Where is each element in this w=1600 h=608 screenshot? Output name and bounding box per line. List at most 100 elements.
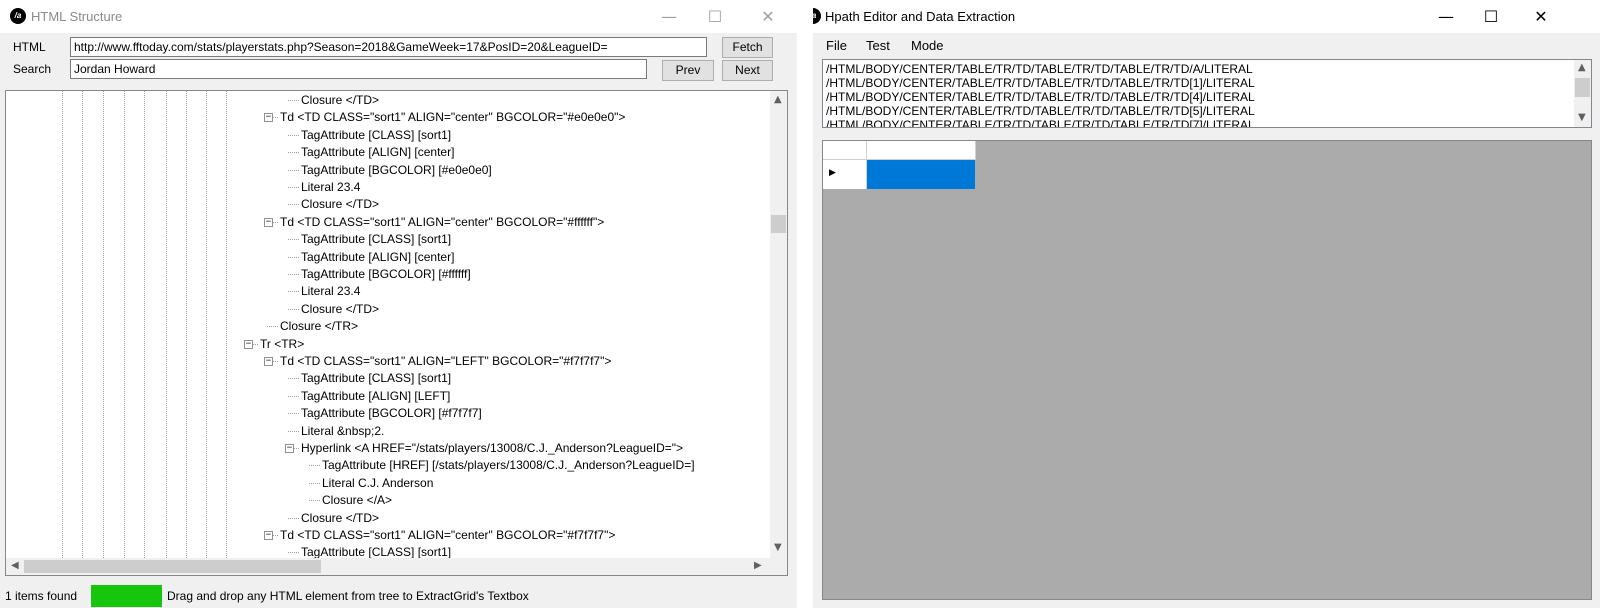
tree-node[interactable]: Td <TD CLASS="sort1" ALIGN="LEFT" BGCOLO… (280, 353, 611, 369)
vertical-scroll-thumb[interactable] (1575, 78, 1590, 97)
tree-node[interactable]: Tr <TR> (260, 336, 304, 352)
tree-connector (288, 552, 299, 554)
tree-node[interactable]: Closure </TD> (301, 301, 379, 317)
tree-indent-guide (62, 91, 63, 558)
hpath-line: /HTML/BODY/CENTER/TABLE/TR/TD/TABLE/TR/T… (826, 90, 1255, 104)
tree-connector (288, 274, 299, 275)
tree-indent-guide (226, 91, 227, 558)
vertical-scroll-thumb[interactable] (771, 215, 786, 233)
tree-node[interactable]: Td <TD CLASS="sort1" ALIGN="center" BGCO… (280, 527, 615, 543)
hpath-line: /HTML/BODY/CENTER/TABLE/TR/TD/TABLE/TR/T… (826, 76, 1255, 90)
tree-collapse-icon[interactable]: − (264, 113, 273, 123)
minimize-button[interactable]: — (1423, 0, 1469, 33)
tree-indent-guide (206, 91, 207, 558)
title-bar[interactable]: /a HTML Structure — ☐ ✕ (0, 0, 797, 33)
tree-connector (288, 517, 299, 519)
maximize-button[interactable]: ☐ (692, 0, 738, 33)
tree-connector (288, 187, 299, 188)
tree-node[interactable]: TagAttribute [ALIGN] [center] (301, 144, 454, 160)
tree-node[interactable]: TagAttribute [ALIGN] [center] (301, 249, 454, 265)
tree-node[interactable]: TagAttribute [BGCOLOR] [#e0e0e0] (301, 162, 492, 178)
status-bar: 1 items found Drag and drop any HTML ele… (0, 585, 797, 608)
maximize-button[interactable]: ☐ (1468, 0, 1514, 33)
tree-node[interactable]: Literal C.J. Anderson (322, 475, 433, 491)
grid-column-header[interactable] (867, 141, 976, 160)
tree-indent-guide (124, 91, 125, 558)
grid-corner-header[interactable] (823, 141, 867, 160)
tree-connector (309, 482, 320, 484)
hpath-line: /HTML/BODY/CENTER/TABLE/TR/TD/TABLE/TR/T… (826, 104, 1255, 118)
tree-node[interactable]: Closure </TD> (301, 510, 379, 526)
scroll-down-arrow-icon[interactable]: ▼ (1578, 112, 1586, 123)
status-indicator (91, 585, 162, 607)
tree-horizontal-scrollbar[interactable]: ◀ ▶ (6, 558, 770, 575)
tree-connector (288, 239, 299, 241)
title-bar[interactable]: /a Hpath Editor and Data Extraction — ☐ … (813, 0, 1600, 33)
menu-test[interactable]: Test (866, 38, 890, 53)
tree-node[interactable]: TagAttribute [BGCOLOR] [#ffffff] (301, 266, 471, 282)
hpath-vertical-scrollbar[interactable]: ▲ ▼ (1574, 60, 1591, 127)
window-title: Hpath Editor and Data Extraction (825, 9, 1016, 24)
tree-connector (288, 256, 299, 258)
scroll-right-arrow-icon[interactable]: ▶ (754, 560, 762, 571)
tree-indent-guide (82, 91, 83, 558)
scroll-up-arrow-icon[interactable]: ▲ (774, 94, 782, 105)
tree-node[interactable]: Closure </A> (322, 492, 392, 508)
current-row-arrow-icon: ▶ (829, 168, 836, 178)
tree-indent-guide (186, 91, 187, 558)
tree-indent-guide (103, 91, 104, 558)
grid-row-header[interactable]: ▶ (823, 160, 867, 189)
hpath-line: /HTML/BODY/CENTER/TABLE/TR/TD/TABLE/TR/T… (826, 62, 1253, 76)
menu-mode[interactable]: Mode (911, 38, 944, 53)
tree-node[interactable]: Td <TD CLASS="sort1" ALIGN="center" BGCO… (280, 109, 625, 125)
tree-node[interactable]: TagAttribute [CLASS] [sort1] (301, 370, 451, 386)
tree-node[interactable]: TagAttribute [HREF] [/stats/players/1300… (322, 457, 695, 473)
scroll-down-arrow-icon[interactable]: ▼ (774, 542, 782, 553)
extract-grid[interactable]: ▶ (822, 140, 1592, 600)
tree-node[interactable]: Literal 23.4 (301, 283, 360, 299)
tree-node[interactable]: Closure </TR> (280, 318, 358, 334)
tree-connector (288, 169, 299, 171)
tree-connector (288, 395, 299, 397)
tree-collapse-icon[interactable]: − (244, 339, 253, 349)
tree-vertical-scrollbar[interactable]: ▲ ▼ (770, 91, 787, 558)
hpath-textbox[interactable]: /HTML/BODY/CENTER/TABLE/TR/TD/TABLE/TR/T… (822, 59, 1592, 128)
tree-node[interactable]: Closure </TD> (301, 196, 379, 212)
url-input[interactable]: http://www.fftoday.com/stats/playerstats… (70, 37, 707, 57)
tree-connector (288, 308, 299, 310)
tree-node[interactable]: Td <TD CLASS="sort1" ALIGN="center" BGCO… (280, 214, 604, 230)
tree-connector (288, 134, 299, 136)
fetch-button[interactable]: Fetch (722, 37, 773, 58)
tree-node[interactable]: TagAttribute [ALIGN] [LEFT] (301, 388, 450, 404)
prev-button[interactable]: Prev (662, 60, 714, 81)
minimize-button[interactable]: — (646, 0, 692, 33)
close-button[interactable]: ✕ (745, 0, 791, 33)
tree-collapse-icon[interactable]: − (264, 217, 273, 227)
tree-node[interactable]: TagAttribute [BGCOLOR] [#f7f7f7] (301, 405, 482, 421)
tree-node[interactable]: Literal 23.4 (301, 179, 360, 195)
tree-connector (288, 378, 299, 380)
tree-connector (288, 204, 299, 206)
search-input[interactable]: Jordan Howard (70, 59, 647, 79)
tree-collapse-icon[interactable]: − (264, 357, 273, 366)
close-button[interactable]: ✕ (1518, 0, 1564, 33)
tree-node[interactable]: Hyperlink <A HREF="/stats/players/13008/… (301, 440, 683, 456)
html-tree-view[interactable]: Closure </TD> − Td <TD CLASS="sort1" ALIGN… (5, 90, 788, 576)
tree-node[interactable]: TagAttribute [CLASS] [sort1] (301, 231, 451, 247)
tree-collapse-icon[interactable]: − (264, 531, 273, 540)
next-button[interactable]: Next (722, 60, 773, 81)
scroll-left-arrow-icon[interactable]: ◀ (11, 560, 19, 571)
tree-connector (309, 500, 320, 502)
menu-file[interactable]: File (826, 38, 847, 53)
scroll-up-arrow-icon[interactable]: ▲ (1578, 62, 1586, 73)
tree-indent-guide (144, 91, 145, 558)
app-logo-icon: /a (813, 8, 821, 24)
tree-collapse-icon[interactable]: − (285, 444, 294, 453)
tree-node[interactable]: TagAttribute [CLASS] [sort1] (301, 127, 451, 143)
grid-cell-selected[interactable] (867, 160, 975, 189)
tree-node[interactable]: Closure </TD> (301, 92, 379, 108)
hpath-line: /HTML/BODY/CENTER/TABLE/TR/TD/TABLE/TR/T… (826, 118, 1255, 128)
horizontal-scroll-thumb[interactable] (24, 560, 321, 573)
tree-node[interactable]: Literal &nbsp;2. (301, 423, 384, 439)
html-structure-window: /a HTML Structure — ☐ ✕ HTML http://www.… (0, 0, 797, 608)
